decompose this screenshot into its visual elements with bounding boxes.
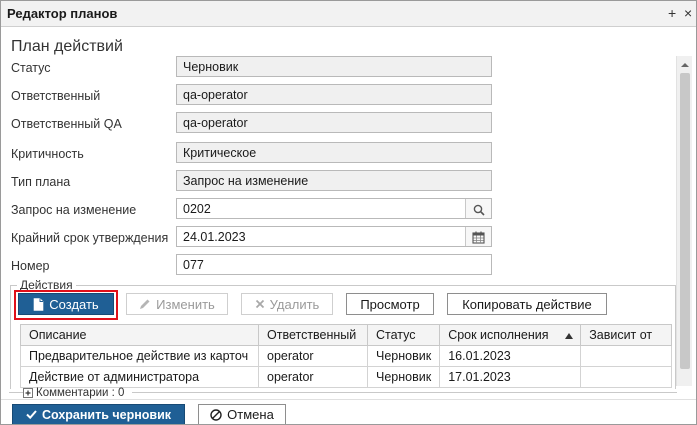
comments-section: Комментарии : 0: [1, 387, 696, 399]
save-draft-label: Сохранить черновик: [41, 407, 172, 422]
change-request-value: 0202: [183, 202, 211, 216]
actions-fieldset-left: [10, 285, 11, 389]
section-title: План действий: [11, 38, 123, 55]
number-label: Номер: [11, 259, 50, 273]
sort-asc-icon: [565, 333, 574, 339]
expand-icon[interactable]: [23, 388, 33, 398]
responsible-qa-field: qa-operator: [176, 112, 492, 133]
close-button[interactable]: ×: [684, 5, 692, 21]
calendar-button[interactable]: [465, 227, 491, 246]
table-cell: Предварительное действие из карточ: [20, 345, 259, 367]
scroll-up-icon: [681, 63, 689, 67]
window-title: Редактор планов: [7, 6, 118, 21]
status-label: Статус: [11, 61, 51, 75]
pin-button[interactable]: +: [668, 5, 676, 21]
titlebar: Редактор планов + ×: [1, 1, 696, 27]
actions-table: Описание Ответственный Статус Срок испол…: [20, 324, 673, 388]
calendar-icon: [472, 231, 485, 244]
actions-fieldset-border: [10, 285, 676, 286]
criticality-field: Критическое: [176, 142, 492, 163]
approval-deadline-value: 24.01.2023: [183, 230, 246, 244]
table-cell: 17.01.2023: [439, 366, 582, 388]
delete-label: Удалить: [269, 296, 320, 312]
status-field: Черновик: [176, 56, 492, 77]
create-label: Создать: [49, 296, 99, 312]
create-button[interactable]: Создать: [18, 293, 114, 315]
plan-type-label: Тип плана: [11, 175, 71, 189]
save-draft-button[interactable]: Сохранить черновик: [12, 404, 185, 424]
criticality-label: Критичность: [11, 147, 84, 161]
plan-type-field: Запрос на изменение: [176, 170, 492, 191]
table-row[interactable]: Предварительное действие из карточ opera…: [20, 345, 673, 367]
approval-deadline-field[interactable]: 24.01.2023: [176, 226, 492, 247]
cancel-button[interactable]: Отмена: [198, 404, 286, 424]
edit-button[interactable]: Изменить: [126, 293, 228, 315]
table-cell: [580, 366, 673, 388]
table-header-row: Описание Ответственный Статус Срок испол…: [20, 324, 673, 346]
table-cell: 16.01.2023: [439, 345, 582, 367]
column-due-date-label: Срок исполнения: [448, 328, 549, 342]
change-request-field[interactable]: 0202: [176, 198, 492, 219]
edit-label: Изменить: [156, 296, 215, 312]
table-row[interactable]: Действие от администратора operator Черн…: [20, 366, 673, 388]
cross-icon: [255, 299, 264, 309]
approval-deadline-label: Крайний срок утверждения: [11, 231, 169, 245]
search-button[interactable]: [465, 199, 491, 218]
responsible-label: Ответственный: [11, 89, 101, 103]
cancel-label: Отмена: [227, 407, 274, 422]
plan-editor-window: Редактор планов + × План действий Статус…: [0, 0, 697, 425]
view-button[interactable]: Просмотр: [346, 293, 434, 315]
table-cell: operator: [258, 345, 368, 367]
column-status[interactable]: Статус: [366, 324, 441, 346]
cancel-icon: [210, 408, 222, 421]
pencil-icon: [140, 299, 150, 309]
comments-label[interactable]: Комментарии : 0: [36, 387, 124, 399]
copy-action-button[interactable]: Копировать действие: [447, 293, 607, 315]
delete-button[interactable]: Удалить: [241, 293, 333, 315]
table-cell: operator: [258, 366, 368, 388]
table-cell: Черновик: [366, 366, 441, 388]
column-responsible[interactable]: Ответственный: [258, 324, 368, 346]
table-cell: Черновик: [366, 345, 441, 367]
change-request-label: Запрос на изменение: [11, 203, 137, 217]
column-due-date[interactable]: Срок исполнения: [439, 324, 582, 346]
scroll-thumb[interactable]: [680, 73, 690, 369]
number-field[interactable]: 077: [176, 254, 492, 275]
document-icon: [33, 297, 44, 311]
responsible-field: qa-operator: [176, 84, 492, 105]
vertical-scrollbar[interactable]: [676, 56, 692, 386]
search-icon: [473, 204, 485, 216]
responsible-qa-label: Ответственный QA: [11, 117, 122, 131]
table-cell: [580, 345, 673, 367]
footer: Сохранить черновик Отмена: [1, 399, 696, 424]
column-description[interactable]: Описание: [20, 324, 259, 346]
table-cell: Действие от администратора: [20, 366, 259, 388]
save-icon: [26, 410, 37, 420]
column-depends-on[interactable]: Зависит от: [580, 324, 673, 346]
